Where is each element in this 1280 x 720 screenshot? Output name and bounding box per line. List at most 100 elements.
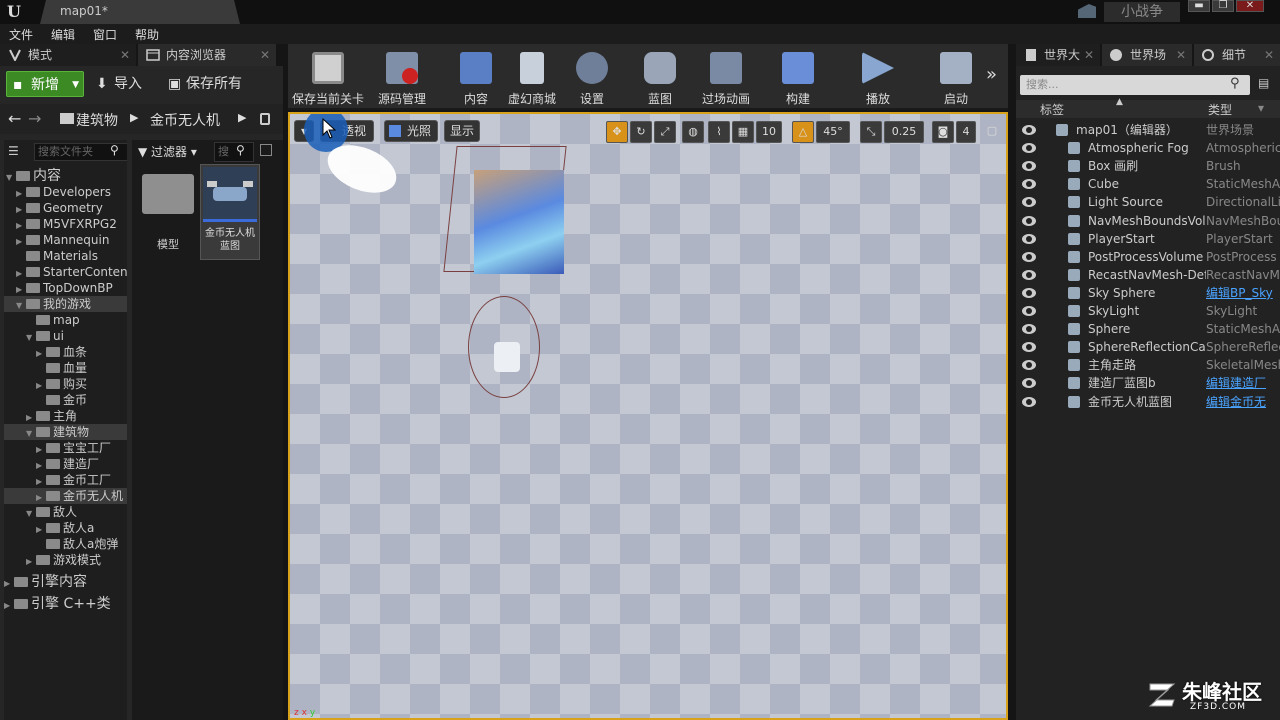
visibility-eye-icon[interactable] — [1022, 143, 1036, 154]
scale-snap-value[interactable]: 0.25 — [884, 121, 924, 143]
level-viewport[interactable]: ▾ 透视 光照 显示 ✥ ↻ ⤢ ◍ ⌇ ▦ 10 △ 45° ⤡ 0.25 ◙… — [288, 112, 1008, 720]
column-options-icon[interactable]: ▾ — [1258, 101, 1264, 115]
tree-item[interactable]: ▼ ui — [4, 328, 127, 344]
forward-arrow-icon[interactable]: → — [28, 109, 41, 128]
label-column-header[interactable]: 标签 — [1040, 101, 1064, 118]
tree-item[interactable]: ▶ 敌人a — [4, 520, 127, 536]
build-button[interactable]: 构建 — [758, 48, 838, 108]
menu-edit[interactable]: 编辑 — [42, 24, 84, 45]
cinematics-button[interactable]: 过场动画 — [686, 48, 766, 108]
tree-item[interactable]: ▶ 主角 — [4, 408, 127, 424]
camera-speed-icon[interactable]: ◙ — [932, 121, 954, 143]
grid-snap-icon[interactable]: ▦ — [732, 121, 754, 143]
visibility-eye-icon[interactable] — [1022, 324, 1036, 335]
rotation-snap-icon[interactable]: △ — [792, 121, 814, 143]
menu-file[interactable]: 文件 — [0, 24, 42, 45]
menu-window[interactable]: 窗口 — [84, 24, 126, 45]
tree-item[interactable]: ▶ StarterConten — [4, 264, 127, 280]
import-button[interactable]: ⬇ 导入 — [92, 71, 154, 97]
visibility-eye-icon[interactable] — [1022, 342, 1036, 353]
outliner-row[interactable]: SphereReflectionCapt SphereReflec — [1016, 338, 1280, 356]
outliner-row[interactable]: 主角走路 SkeletalMesh — [1016, 356, 1280, 374]
tree-item[interactable]: ▼ 我的游戏 — [4, 296, 127, 312]
outliner-row[interactable]: 建造厂蓝图b 编辑建造厂 — [1016, 374, 1280, 392]
save-search-icon[interactable] — [260, 144, 272, 156]
outliner-row[interactable]: Cube StaticMeshA — [1016, 175, 1280, 193]
tree-item[interactable]: ▶ 血条 — [4, 344, 127, 360]
outliner-row[interactable]: SkyLight SkyLight — [1016, 302, 1280, 320]
scale-tool-icon[interactable]: ⤢ — [654, 121, 676, 143]
tab-world-settings[interactable]: 世界场 ✕ — [1102, 44, 1192, 66]
close-icon[interactable]: ✕ — [1176, 44, 1186, 66]
visibility-eye-icon[interactable] — [1022, 378, 1036, 389]
edit-blueprint-link[interactable]: 编辑金币无 — [1206, 393, 1280, 411]
tree-item[interactable]: ▶ 游戏模式 — [4, 552, 127, 568]
save-all-button[interactable]: ▣ 保存所有 — [164, 71, 260, 97]
type-column-header[interactable]: 类型 — [1208, 101, 1232, 118]
outliner-row[interactable]: PostProcessVolume PostProcess — [1016, 248, 1280, 266]
close-button[interactable]: ✕ — [1236, 0, 1264, 12]
visibility-eye-icon[interactable] — [1022, 215, 1036, 226]
tree-item[interactable]: map — [4, 312, 127, 328]
outliner-row[interactable]: Atmospheric Fog Atmospheric — [1016, 139, 1280, 157]
outliner-row[interactable]: PlayerStart PlayerStart — [1016, 230, 1280, 248]
tree-item[interactable]: 金币 — [4, 392, 127, 408]
back-arrow-icon[interactable]: ← — [8, 109, 21, 128]
folder-icon[interactable] — [142, 174, 194, 214]
world-space-icon[interactable]: ◍ — [682, 121, 704, 143]
outliner-row[interactable]: NavMeshBoundsVolu NavMeshBou — [1016, 212, 1280, 230]
save-level-button[interactable]: 保存当前关卡 — [288, 48, 368, 108]
tree-item[interactable]: ▶ Mannequin — [4, 232, 127, 248]
close-icon[interactable]: ✕ — [1084, 44, 1094, 66]
maximize-viewport-icon[interactable]: ▢ — [984, 121, 1000, 143]
outliner-row[interactable]: Sky Sphere 编辑BP_Sky — [1016, 284, 1280, 302]
outliner-row[interactable]: Sphere StaticMeshA — [1016, 320, 1280, 338]
visibility-eye-icon[interactable] — [1022, 125, 1036, 135]
launch-button[interactable]: 启动 — [916, 48, 996, 108]
visibility-eye-icon[interactable] — [1022, 360, 1036, 371]
breadcrumb-item[interactable]: 金币无人机 — [150, 110, 220, 130]
visibility-eye-icon[interactable] — [1022, 269, 1036, 280]
tree-item-engine-cpp[interactable]: ▶ 引擎 C++类 — [4, 596, 127, 616]
tree-item[interactable]: Materials — [4, 248, 127, 264]
asset-search-input[interactable]: 搜 — [214, 142, 254, 162]
tree-item[interactable]: ▶ 宝宝工厂 — [4, 440, 127, 456]
close-icon[interactable]: ✕ — [120, 44, 130, 66]
tree-item[interactable]: ▶ 购买 — [4, 376, 127, 392]
visibility-eye-icon[interactable] — [1022, 251, 1036, 262]
maximize-button[interactable]: ❐ — [1212, 0, 1234, 12]
factory-building-model[interactable] — [474, 170, 564, 274]
bookmark-icon[interactable] — [1078, 4, 1096, 18]
breadcrumb-item[interactable]: 建筑物 — [74, 110, 118, 130]
tree-item[interactable]: 血量 — [4, 360, 127, 376]
visibility-eye-icon[interactable] — [1022, 396, 1036, 407]
edit-blueprint-link[interactable]: 编辑建造厂 — [1206, 374, 1280, 392]
close-icon[interactable]: ✕ — [1264, 44, 1274, 66]
tree-item[interactable]: ▶ Geometry — [4, 200, 127, 216]
surface-snap-icon[interactable]: ⌇ — [708, 121, 730, 143]
tree-item[interactable]: ▶ 金币工厂 — [4, 472, 127, 488]
play-button[interactable]: 播放 — [838, 48, 918, 108]
lighting-button[interactable]: 光照 — [384, 120, 438, 142]
asset-tile[interactable]: 金币无人机蓝图 — [200, 164, 260, 260]
tree-item[interactable]: ▼ 敌人 — [4, 504, 127, 520]
outliner-row[interactable]: Light Source DirectionalLi — [1016, 193, 1280, 211]
tree-item[interactable]: ▼ 建筑物 — [4, 424, 127, 440]
lock-icon[interactable] — [260, 113, 270, 125]
chevron-right-icon[interactable]: ▶ — [238, 111, 246, 124]
outliner-search-input[interactable]: 搜索... — [1020, 75, 1250, 95]
minimize-button[interactable]: ▬ — [1188, 0, 1210, 12]
tab-modes[interactable]: 模式 ✕ — [0, 44, 136, 66]
grid-size-value[interactable]: 10 — [756, 121, 782, 143]
camera-speed-value[interactable]: 4 — [956, 121, 976, 143]
tree-item-engine-content[interactable]: ▶ 引擎内容 — [4, 574, 127, 594]
rotation-snap-value[interactable]: 45° — [816, 121, 850, 143]
scale-snap-icon[interactable]: ⤡ — [860, 121, 882, 143]
player-start-model[interactable] — [494, 342, 520, 372]
visibility-eye-icon[interactable] — [1022, 161, 1036, 172]
show-button[interactable]: 显示 — [444, 120, 480, 142]
visibility-eye-icon[interactable] — [1022, 179, 1036, 190]
outliner-row[interactable]: RecastNavMesh-Defa RecastNavM — [1016, 266, 1280, 284]
overflow-chevron-icon[interactable]: » — [986, 64, 997, 85]
rotate-tool-icon[interactable]: ↻ — [630, 121, 652, 143]
